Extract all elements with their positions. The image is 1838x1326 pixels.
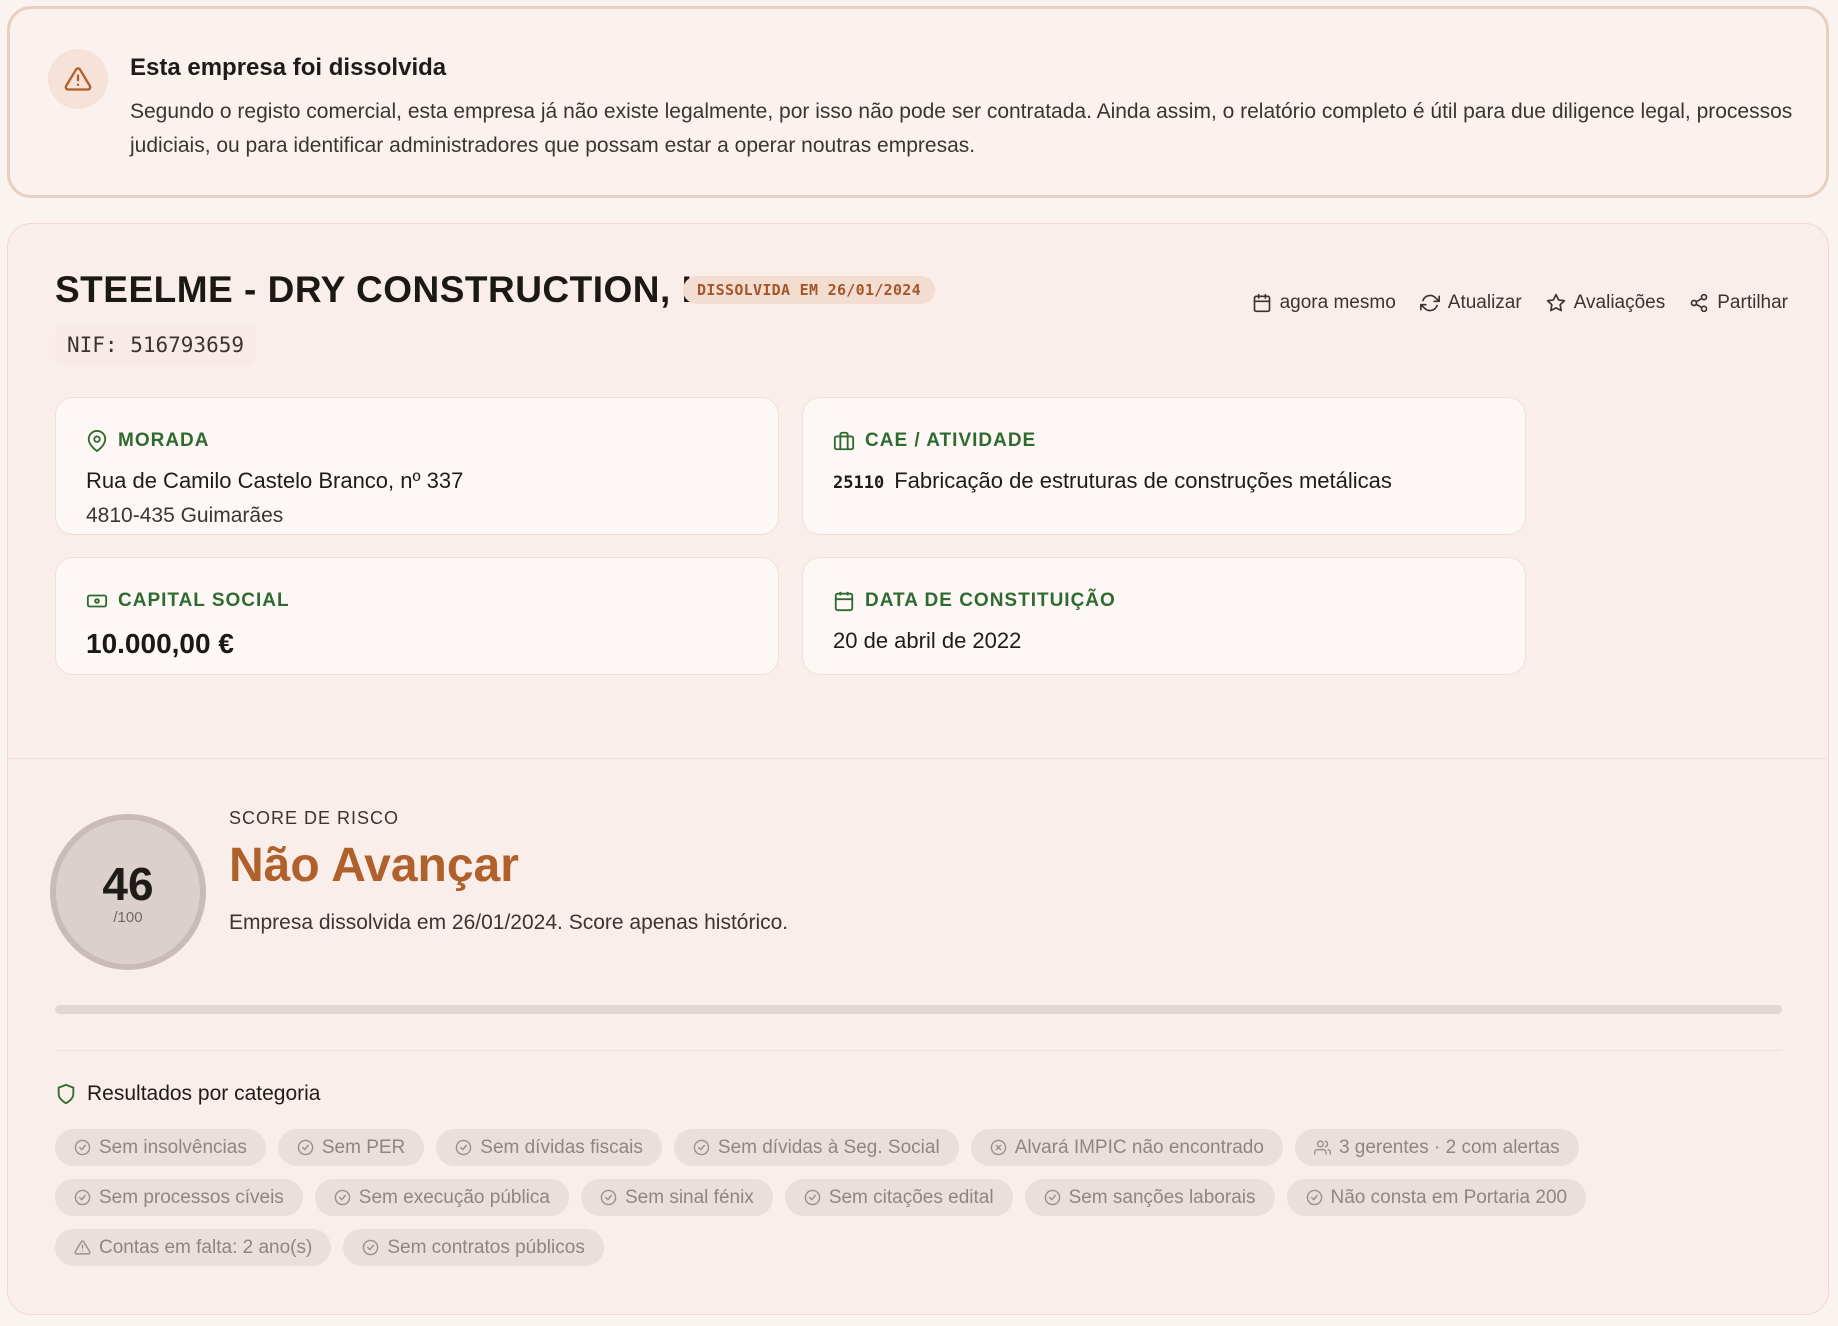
- reviews-label: Avaliações: [1573, 292, 1666, 313]
- refresh-label: Atualizar: [1447, 292, 1522, 313]
- category-chip-label: Sem PER: [321, 1136, 406, 1158]
- category-chip: Sem contratos públicos: [343, 1229, 604, 1266]
- banknote-icon: [86, 594, 108, 608]
- cae-description: Fabricação de estruturas de construções …: [894, 468, 1392, 493]
- check-circle-icon: [74, 1139, 91, 1156]
- category-chip: Sem sanções laborais: [1024, 1179, 1275, 1216]
- address-label: MORADA: [118, 430, 210, 451]
- category-chip: Contas em falta: 2 ano(s): [55, 1229, 332, 1266]
- check-circle-icon: [74, 1189, 91, 1206]
- check-circle-icon: [693, 1139, 710, 1156]
- category-chip-label: Contas em falta: 2 ano(s): [99, 1236, 313, 1258]
- category-chip-label: Sem dívidas à Seg. Social: [717, 1136, 940, 1158]
- category-chip-label: Sem execução pública: [358, 1186, 550, 1208]
- nif-label: NIF: 516793659: [55, 324, 257, 366]
- risk-score-max: /100: [113, 908, 143, 926]
- check-circle-icon: [600, 1189, 617, 1206]
- check-circle-icon: [1044, 1189, 1061, 1206]
- warning-triangle-icon: [48, 49, 108, 109]
- capital-value: 10.000,00 €: [86, 628, 234, 659]
- share-icon: [1690, 293, 1708, 313]
- incorporation-date: 20 de abril de 2022: [833, 628, 1022, 653]
- capital-box: CAPITAL SOCIAL 10.000,00 €: [55, 557, 779, 675]
- category-chip: 3 gerentes · 2 com alertas: [1294, 1129, 1579, 1166]
- category-chip: Sem dívidas à Seg. Social: [673, 1129, 959, 1166]
- check-circle-icon: [455, 1139, 472, 1156]
- category-chip: Sem dívidas fiscais: [436, 1129, 662, 1166]
- category-chip-label: 3 gerentes · 2 com alertas: [1338, 1136, 1560, 1158]
- calendar-icon: [834, 591, 854, 612]
- capital-label: CAPITAL SOCIAL: [118, 590, 290, 611]
- results-divider: [55, 1050, 1782, 1051]
- category-chip-label: Sem insolvências: [99, 1136, 247, 1158]
- updated-time-label: agora mesmo: [1279, 292, 1396, 313]
- map-pin-icon: [87, 430, 107, 452]
- check-circle-icon: [334, 1189, 351, 1206]
- check-circle-icon: [804, 1189, 821, 1206]
- category-chip-label: Sem citações edital: [828, 1186, 994, 1208]
- category-chip: Não consta em Portaria 200: [1286, 1179, 1587, 1216]
- category-chip: Alvará IMPIC não encontrado: [970, 1129, 1283, 1166]
- risk-score-label: SCORE DE RISCO: [229, 808, 400, 828]
- cae-code: 25110: [833, 473, 885, 493]
- risk-verdict: Não Avançar: [229, 839, 519, 892]
- category-chip: Sem PER: [277, 1129, 425, 1166]
- company-name: STEELME - DRY CONSTRUCTION, LDA: [55, 269, 760, 310]
- dissolved-alert: Esta empresa foi dissolvida Segundo o re…: [7, 6, 1829, 198]
- refresh-button[interactable]: Atualizar: [1419, 292, 1522, 314]
- address-street: Rua de Camilo Castelo Branco, nº 337: [86, 468, 464, 493]
- warning-triangle-icon: [74, 1239, 91, 1256]
- risk-description: Empresa dissolvida em 26/01/2024. Score …: [229, 911, 789, 934]
- share-button[interactable]: Partilhar: [1689, 292, 1788, 314]
- activity-box: CAE / ATIVIDADE 25110 Fabricação de estru…: [802, 397, 1526, 535]
- status-badge: DISSOLVIDA EM 26/01/2024: [683, 276, 935, 304]
- users-icon: [1313, 1139, 1331, 1156]
- section-divider: [8, 758, 1828, 759]
- category-chip: Sem sinal fénix: [580, 1179, 773, 1216]
- star-icon: [1546, 293, 1565, 312]
- check-circle-icon: [362, 1239, 379, 1256]
- updated-time-button[interactable]: agora mesmo: [1252, 292, 1396, 314]
- check-circle-icon: [1306, 1189, 1323, 1206]
- activity-label: CAE / ATIVIDADE: [865, 430, 1037, 451]
- category-chip-label: Sem processos cíveis: [99, 1186, 284, 1208]
- x-circle-icon: [990, 1139, 1007, 1156]
- category-chip: Sem insolvências: [55, 1129, 266, 1166]
- risk-score-circle: 46 /100: [50, 814, 206, 970]
- category-chip-label: Sem sinal fénix: [624, 1186, 754, 1208]
- address-box: MORADA Rua de Camilo Castelo Branco, nº …: [55, 397, 779, 535]
- company-card: STEELME - DRY CONSTRUCTION, LDA DISSOLVI…: [7, 223, 1829, 1315]
- header-actions: agora mesmo Atualizar Avaliações Partilh…: [1252, 292, 1788, 314]
- share-label: Partilhar: [1717, 292, 1788, 313]
- shield-icon: [57, 1083, 75, 1105]
- category-chips: Sem insolvências Sem PER Sem dívidas fisca…: [55, 1129, 1785, 1266]
- incorporation-label: DATA DE CONSTITUIÇÃO: [865, 590, 1116, 611]
- check-circle-icon: [297, 1139, 314, 1156]
- briefcase-icon: [833, 431, 855, 451]
- refresh-icon: [1419, 294, 1440, 312]
- risk-progress-bar: [55, 1005, 1782, 1014]
- category-chip-label: Não consta em Portaria 200: [1330, 1186, 1568, 1208]
- category-chip-label: Sem dívidas fiscais: [480, 1136, 643, 1158]
- results-title: Resultados por categoria: [87, 1082, 321, 1105]
- risk-score-value: 46: [102, 857, 154, 910]
- reviews-button[interactable]: Avaliações: [1546, 292, 1666, 314]
- category-chip-label: Sem contratos públicos: [387, 1236, 585, 1258]
- category-chip: Sem execução pública: [314, 1179, 569, 1216]
- category-chip: Sem processos cíveis: [55, 1179, 303, 1216]
- category-chip-label: Sem sanções laborais: [1068, 1186, 1256, 1208]
- category-chip: Sem citações edital: [784, 1179, 1013, 1216]
- alert-title: Esta empresa foi dissolvida: [130, 54, 447, 81]
- calendar-icon: [1253, 293, 1270, 313]
- alert-text: Segundo o registo comercial, esta empres…: [130, 100, 1793, 157]
- incorporation-box: DATA DE CONSTITUIÇÃO 20 de abril de 2022: [802, 557, 1526, 675]
- category-chip-label: Alvará IMPIC não encontrado: [1014, 1136, 1264, 1158]
- address-postal: 4810-435 Guimarães: [86, 504, 284, 527]
